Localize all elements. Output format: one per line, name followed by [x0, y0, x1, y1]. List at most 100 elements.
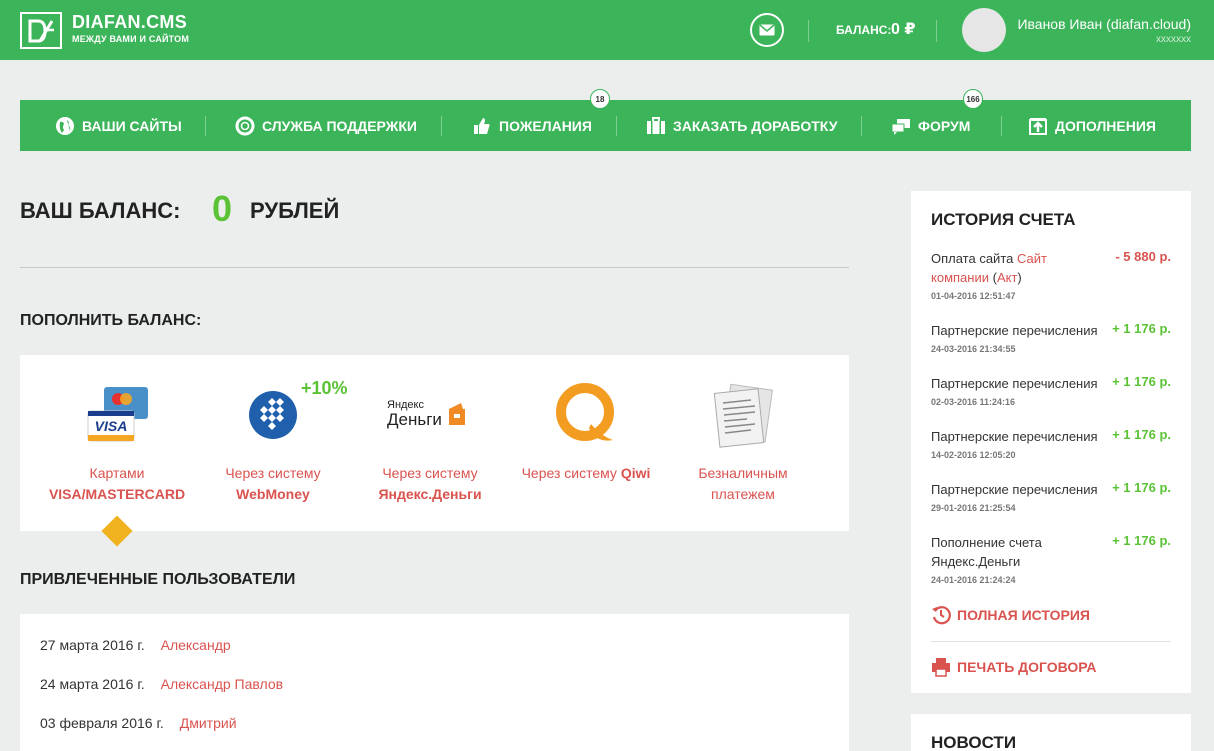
print-contract-link[interactable]: ПЕЧАТЬ ДОГОВОРА [931, 657, 1097, 677]
balance-divider [20, 267, 849, 268]
referrals-title: ПРИВЛЕЧЕННЫЕ ПОЛЬЗОВАТЕЛИ [20, 571, 296, 588]
history-panel: ИСТОРИЯ СЧЕТА Оплата сайта Сайт компании… [911, 191, 1191, 693]
history-amount: + 1 176 р. [1112, 321, 1171, 336]
history-amount: + 1 176 р. [1112, 533, 1171, 548]
forum-count-badge: 166 [963, 89, 983, 109]
nav-item-order[interactable]: ЗАКАЗАТЬ ДОРАБОТКУ [646, 100, 837, 151]
history-date: 14-02-2016 12:05:20 [931, 450, 1016, 460]
pay-option-yandex-label: Через систему [382, 465, 478, 481]
history-desc: Оплата сайта Сайт компании (Акт) [931, 249, 1106, 287]
referrals-panel: 27 марта 2016 г. Александр 24 марта 2016 … [20, 614, 849, 751]
globe-icon [55, 116, 75, 136]
mail-button[interactable] [750, 13, 784, 47]
nav-item-wishes[interactable]: ПОЖЕЛАНИЯ 18 [472, 89, 610, 151]
history-date: 29-01-2016 21:25:54 [931, 503, 1016, 513]
pay-option-webmoney-name: WebMoney [236, 486, 310, 502]
thumbs-up-icon [472, 116, 492, 136]
logo-title[interactable]: DIAFAN.CMS [72, 12, 187, 33]
history-desc-text: ( [988, 270, 997, 285]
nav-item-forum[interactable]: ФОРУМ 166 [891, 89, 983, 151]
yandex-money-icon: Яндекс Деньги [350, 380, 510, 450]
chat-icon [891, 116, 911, 136]
full-history-link[interactable]: ПОЛНАЯ ИСТОРИЯ [931, 605, 1090, 625]
header-divider [808, 20, 809, 42]
balance-title: ВАШ БАЛАНС: [20, 198, 181, 223]
history-item: Партнерские перечисления 24-03-2016 21:3… [931, 321, 1171, 354]
pay-option-invoice[interactable]: Безналичным платежем [663, 355, 823, 531]
balance-unit: РУБЛЕЙ [250, 198, 340, 223]
svg-text:VISA: VISA [95, 418, 128, 434]
balance-amount: 0 [212, 188, 233, 229]
history-amount: + 1 176 р. [1112, 374, 1171, 389]
qiwi-icon [506, 380, 666, 450]
sidebar-divider [931, 641, 1171, 642]
nav-item-addons[interactable]: ДОПОЛНЕНИЯ [1028, 100, 1156, 151]
news-panel: НОВОСТИ [911, 714, 1191, 751]
nav-item-label: СЛУЖБА ПОДДЕРЖКИ [262, 117, 417, 134]
pay-option-webmoney[interactable]: +10% Через систему WebMoney [193, 355, 353, 531]
referral-name-link[interactable]: Александр Павлов [161, 676, 283, 692]
history-desc-text: Оплата сайта [931, 251, 1017, 266]
nav-divider [861, 116, 862, 136]
pay-option-qiwi-name: Qiwi [620, 465, 651, 481]
nav-item-support[interactable]: СЛУЖБА ПОДДЕРЖКИ [235, 100, 417, 151]
pay-option-cards[interactable]: VISA Картами VISA/MASTERCARD [37, 355, 197, 531]
nav-item-label: ВАШИ САЙТЫ [82, 117, 182, 134]
nav-item-label: ФОРУМ [918, 117, 971, 134]
header-balance-label: БАЛАНС: [836, 23, 892, 37]
briefcase-icon [646, 116, 666, 136]
yandex-logo-text-2: Деньги [387, 410, 442, 429]
history-amount: + 1 176 р. [1112, 480, 1171, 495]
header-balance-value[interactable]: 0 ₽ [891, 19, 915, 39]
act-link[interactable]: Акт [997, 270, 1017, 285]
list-item: 24 марта 2016 г. Александр Павлов [40, 676, 283, 692]
referral-date: 27 марта 2016 г. [40, 637, 145, 653]
pay-option-invoice-label: Безналичным [698, 465, 788, 481]
nav-divider [205, 116, 206, 136]
pay-option-cards-name: VISA/MASTERCARD [48, 486, 186, 502]
pay-option-qiwi-label-text: Через систему [521, 465, 617, 481]
top-header: DIAFAN.CMS МЕЖДУ ВАМИ И САЙТОМ БАЛАНС: 0… [0, 0, 1214, 60]
nav-item-sites[interactable]: ВАШИ САЙТЫ [55, 100, 182, 151]
referral-date: 03 февраля 2016 г. [40, 715, 164, 731]
pay-option-yandex[interactable]: Яндекс Деньги Через систему Яндекс.Деньг… [350, 355, 510, 531]
history-item: Пополнение счета Яндекс.Деньги 24-01-201… [931, 533, 1171, 585]
pay-option-qiwi-label: Через систему Qiwi [496, 465, 676, 481]
logo-subtitle: МЕЖДУ ВАМИ И САЙТОМ [72, 34, 190, 44]
history-desc: Партнерские перечисления [931, 376, 1098, 391]
history-clock-icon [931, 605, 951, 625]
history-item: Оплата сайта Сайт компании (Акт) 01-04-2… [931, 249, 1171, 301]
print-contract-label: ПЕЧАТЬ ДОГОВОРА [957, 659, 1097, 675]
history-desc: Партнерские перечисления [931, 323, 1098, 338]
pay-option-qiwi[interactable]: Через систему Qiwi [506, 355, 666, 531]
mail-icon [759, 24, 775, 36]
list-item: 27 марта 2016 г. Александр [40, 637, 231, 653]
upload-icon [1028, 116, 1048, 136]
history-item: Партнерские перечисления 29-01-2016 21:2… [931, 480, 1171, 513]
history-date: 24-01-2016 21:24:24 [931, 575, 1016, 585]
history-date: 01-04-2016 12:51:47 [931, 291, 1016, 301]
user-name[interactable]: Иванов Иван (diafan.cloud) [1017, 16, 1191, 32]
referral-name-link[interactable]: Александр [161, 637, 231, 653]
referral-date: 24 марта 2016 г. [40, 676, 145, 692]
referral-name-link[interactable]: Дмитрий [180, 715, 237, 731]
nav-item-label: ПОЖЕЛАНИЯ [499, 117, 592, 134]
main-nav: ВАШИ САЙТЫ СЛУЖБА ПОДДЕРЖКИ ПОЖЕЛАНИЯ 18… [20, 89, 1191, 151]
list-item: 03 февраля 2016 г. Дмитрий [40, 715, 237, 731]
history-item: Партнерские перечисления 14-02-2016 12:0… [931, 427, 1171, 460]
invoice-icon [663, 380, 823, 450]
wishes-count-badge: 18 [590, 89, 610, 109]
nav-divider [616, 116, 617, 136]
pay-option-webmoney-label: Через систему [225, 465, 321, 481]
history-desc: Партнерские перечисления [931, 429, 1098, 444]
history-title: ИСТОРИЯ СЧЕТА [931, 210, 1076, 229]
topup-title: ПОПОЛНИТЬ БАЛАНС: [20, 312, 202, 329]
avatar[interactable] [962, 8, 1006, 52]
nav-item-label: ДОПОЛНЕНИЯ [1055, 117, 1156, 134]
user-login: xxxxxxx [1156, 34, 1191, 45]
nav-item-label: ЗАКАЗАТЬ ДОРАБОТКУ [673, 117, 838, 134]
history-date: 24-03-2016 21:34:55 [931, 344, 1016, 354]
webmoney-bonus: +10% [301, 378, 348, 398]
credit-card-icon: VISA [37, 380, 197, 450]
logo-icon[interactable] [20, 12, 62, 49]
